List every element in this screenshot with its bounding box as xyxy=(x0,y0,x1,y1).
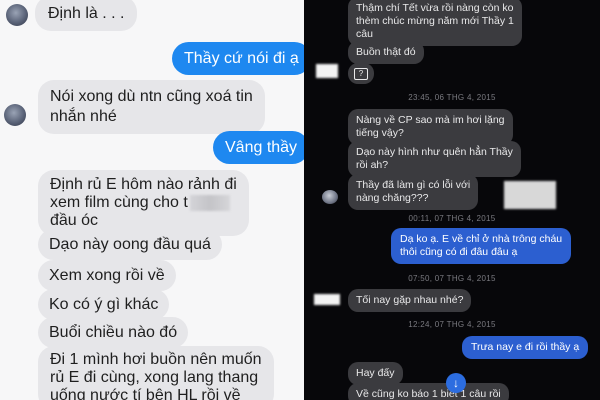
message-text: Buồn thật đó xyxy=(356,46,416,58)
message-text: Xem xong rồi về xyxy=(49,267,165,284)
redacted-area xyxy=(504,181,556,209)
incoming-message: Buổi chiều nào đó xyxy=(38,317,189,348)
message-line: Đi 1 mình hơi buồn nên muốn xyxy=(50,351,262,368)
message-text: Buổi chiều nào đó xyxy=(49,324,178,341)
message-line: Nàng về CP sao mà im hơi lặng xyxy=(356,114,505,126)
message-line: Nói xong dù ntn cũng xoá tin xyxy=(50,88,253,105)
message-line: đầu óc xyxy=(50,212,99,229)
incoming-message: Buồn thật đó xyxy=(348,41,424,64)
message-line: Thầy đã làm gì có lỗi với xyxy=(356,179,471,191)
message-text: Ko có ý gì khác xyxy=(49,296,159,313)
timestamp: 07:50, 07 THG 4, 2015 xyxy=(408,274,496,283)
incoming-message: Dạo này oong đầu quá xyxy=(38,229,222,260)
right-chat-panel: Thậm chí Tết vừa rồi nàng còn ko thèm ch… xyxy=(304,0,600,400)
avatar xyxy=(4,104,26,126)
incoming-message: Tối nay gặp nhau nhé? xyxy=(348,289,472,312)
message-text: Về cũng ko báo 1 biết 1 câu rồi xyxy=(356,388,501,400)
message-line: uống nước tí bên HL rồi về xyxy=(50,387,241,400)
message-text: Định là . . . xyxy=(48,5,125,22)
incoming-message: Thậm chí Tết vừa rồi nàng còn ko thèm ch… xyxy=(348,0,522,46)
message-line: rủ E đi cùng, xong lang thang xyxy=(50,369,259,386)
message-line: xem film cùng cho t xyxy=(50,194,237,212)
incoming-message: Về cũng ko báo 1 biết 1 câu rồi xyxy=(348,383,509,400)
incoming-message: Nói xong dù ntn cũng xoá tin nhắn nhé xyxy=(38,80,265,134)
message-line: Thậm chí Tết vừa rồi nàng còn ko xyxy=(356,2,514,14)
redacted-avatar xyxy=(314,294,340,305)
incoming-message: Ko có ý gì khác xyxy=(38,289,170,320)
incoming-message: Thầy đã làm gì có lỗi với nàng chăng??? xyxy=(348,174,479,210)
message-line: Dạo này hình như quên hẳn Thầy xyxy=(356,146,513,158)
redacted-avatar xyxy=(316,64,338,78)
message-text: Trưa nay e đi rồi thầy ạ xyxy=(471,341,580,353)
redacted-text xyxy=(189,194,230,211)
outgoing-message: Dạ ko ạ. E về chỉ ở nhà trông cháu thôi … xyxy=(391,228,572,264)
message-text: Thầy cứ nói đi ạ xyxy=(184,50,299,67)
message-line: câu xyxy=(356,28,373,40)
incoming-message: ? xyxy=(348,63,374,84)
incoming-message: Dạo này hình như quên hẳn Thầy rồi ah? xyxy=(348,141,521,177)
question-box-icon: ? xyxy=(354,68,368,80)
avatar xyxy=(322,190,338,204)
outgoing-message: Thầy cứ nói đi ạ xyxy=(172,42,304,75)
message-line: rồi ah? xyxy=(356,159,389,171)
message-text: Hay đấy xyxy=(356,367,395,379)
message-line: Định rủ E hôm nào rảnh đi xyxy=(50,176,237,193)
incoming-message: Định rủ E hôm nào rảnh đi xem film cùng … xyxy=(38,170,249,236)
message-text: Tối nay gặp nhau nhé? xyxy=(356,294,464,306)
message-line: tiếng vậy? xyxy=(356,127,404,139)
message-line: thèm chúc mừng năm mới Thầy 1 xyxy=(356,15,514,27)
message-line: Dạ ko ạ. E về chỉ ở nhà trông cháu xyxy=(400,233,563,245)
message-text: Vâng thầy xyxy=(225,139,298,156)
avatar xyxy=(6,4,28,26)
timestamp: 23:45, 06 THG 4, 2015 xyxy=(408,93,496,102)
incoming-message: Định là . . . xyxy=(35,0,138,31)
timestamp: 00:11, 07 THG 4, 2015 xyxy=(408,214,496,223)
incoming-message: Xem xong rồi về xyxy=(38,260,176,291)
left-chat-panel: Định là . . . Thầy cứ nói đi ạ Nói xong … xyxy=(0,0,304,400)
message-text: Dạo này oong đầu quá xyxy=(49,236,211,253)
timestamp: 12:24, 07 THG 4, 2015 xyxy=(408,320,496,329)
outgoing-message: Vâng thầy xyxy=(213,131,304,164)
message-line: nàng chăng??? xyxy=(356,192,429,204)
message-line: nhắn nhé xyxy=(50,108,117,125)
incoming-message: Nàng về CP sao mà im hơi lặng tiếng vậy? xyxy=(348,109,513,145)
incoming-message: Hay đấy xyxy=(348,362,403,385)
message-line: thôi cũng có đi đâu đâu ạ xyxy=(400,246,518,258)
scroll-down-arrow-icon[interactable]: ↓ xyxy=(446,373,466,393)
incoming-message: Đi 1 mình hơi buồn nên muốn rủ E đi cùng… xyxy=(38,346,274,400)
outgoing-message: Trưa nay e đi rồi thầy ạ xyxy=(462,336,589,359)
